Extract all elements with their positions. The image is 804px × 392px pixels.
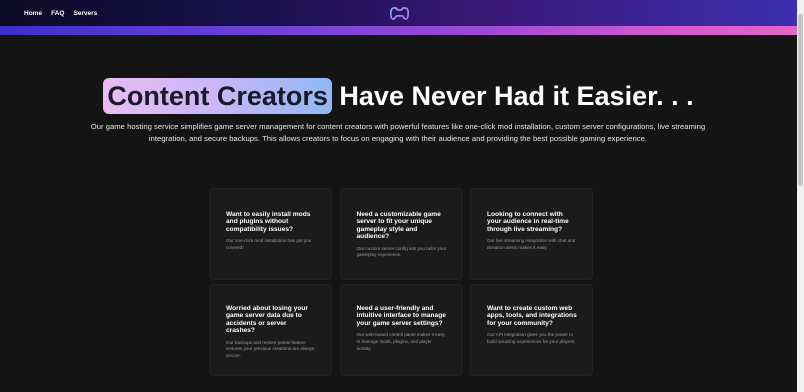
gamepad-icon[interactable] [390,6,409,21]
top-nav-bar: Home FAQ Servers [0,0,797,26]
feature-card-body: Our custom server config lets you tailor… [356,245,447,258]
hero-description: Our game hosting service simplifies game… [90,122,706,144]
feature-card-grid: Want to easily install mods and plugins … [209,188,593,376]
feature-card-body: Our API integration gives you the power … [487,332,576,345]
feature-card-control-panel[interactable]: Need a user-friendly and intuitive inter… [339,284,463,376]
feature-card-live-streaming[interactable]: Looking to connect with your audience in… [470,188,593,280]
feature-card-body: Our live streaming integration with chat… [487,238,576,251]
nav-home-link[interactable]: Home [24,10,42,17]
hero-title-rest: Have Never Had it Easier. . . [339,81,694,111]
feature-card-body: Our backups and restore points feature e… [226,339,315,359]
hero-title-highlight: Content Creators [103,78,332,114]
header-gradient-strip [0,26,797,35]
feature-card-mods[interactable]: Want to easily install mods and plugins … [209,188,332,280]
feature-card-title: Want to create custom web apps, tools, a… [487,305,577,327]
feature-card-title: Looking to connect with your audience in… [487,211,569,233]
scrollbar-thumb[interactable] [798,14,803,186]
feature-card-title: Need a user-friendly and intuitive inter… [356,305,446,327]
feature-card-body: Our web-based control panel makes it eas… [356,332,445,351]
page-scrollbar[interactable] [797,0,804,392]
page: Home FAQ Servers Content Creators Have N… [0,0,797,392]
nav-faq-link[interactable]: FAQ [51,10,64,17]
hero-title: Content Creators Have Never Had it Easie… [0,78,797,114]
feature-card-title: Want to easily install mods and plugins … [226,211,311,233]
feature-card-body: Our one-click mod installation has got y… [226,238,312,251]
feature-card-title: Worried about losing your game server da… [226,305,308,335]
feature-card-api[interactable]: Want to create custom web apps, tools, a… [470,284,593,376]
feature-card-custom-server[interactable]: Need a customizable game server to fit y… [339,188,463,280]
nav-servers-link[interactable]: Servers [73,10,97,17]
nav-links: Home FAQ Servers [24,0,97,26]
feature-card-title: Need a customizable game server to fit y… [356,211,441,241]
feature-card-backups[interactable]: Worried about losing your game server da… [209,284,332,376]
